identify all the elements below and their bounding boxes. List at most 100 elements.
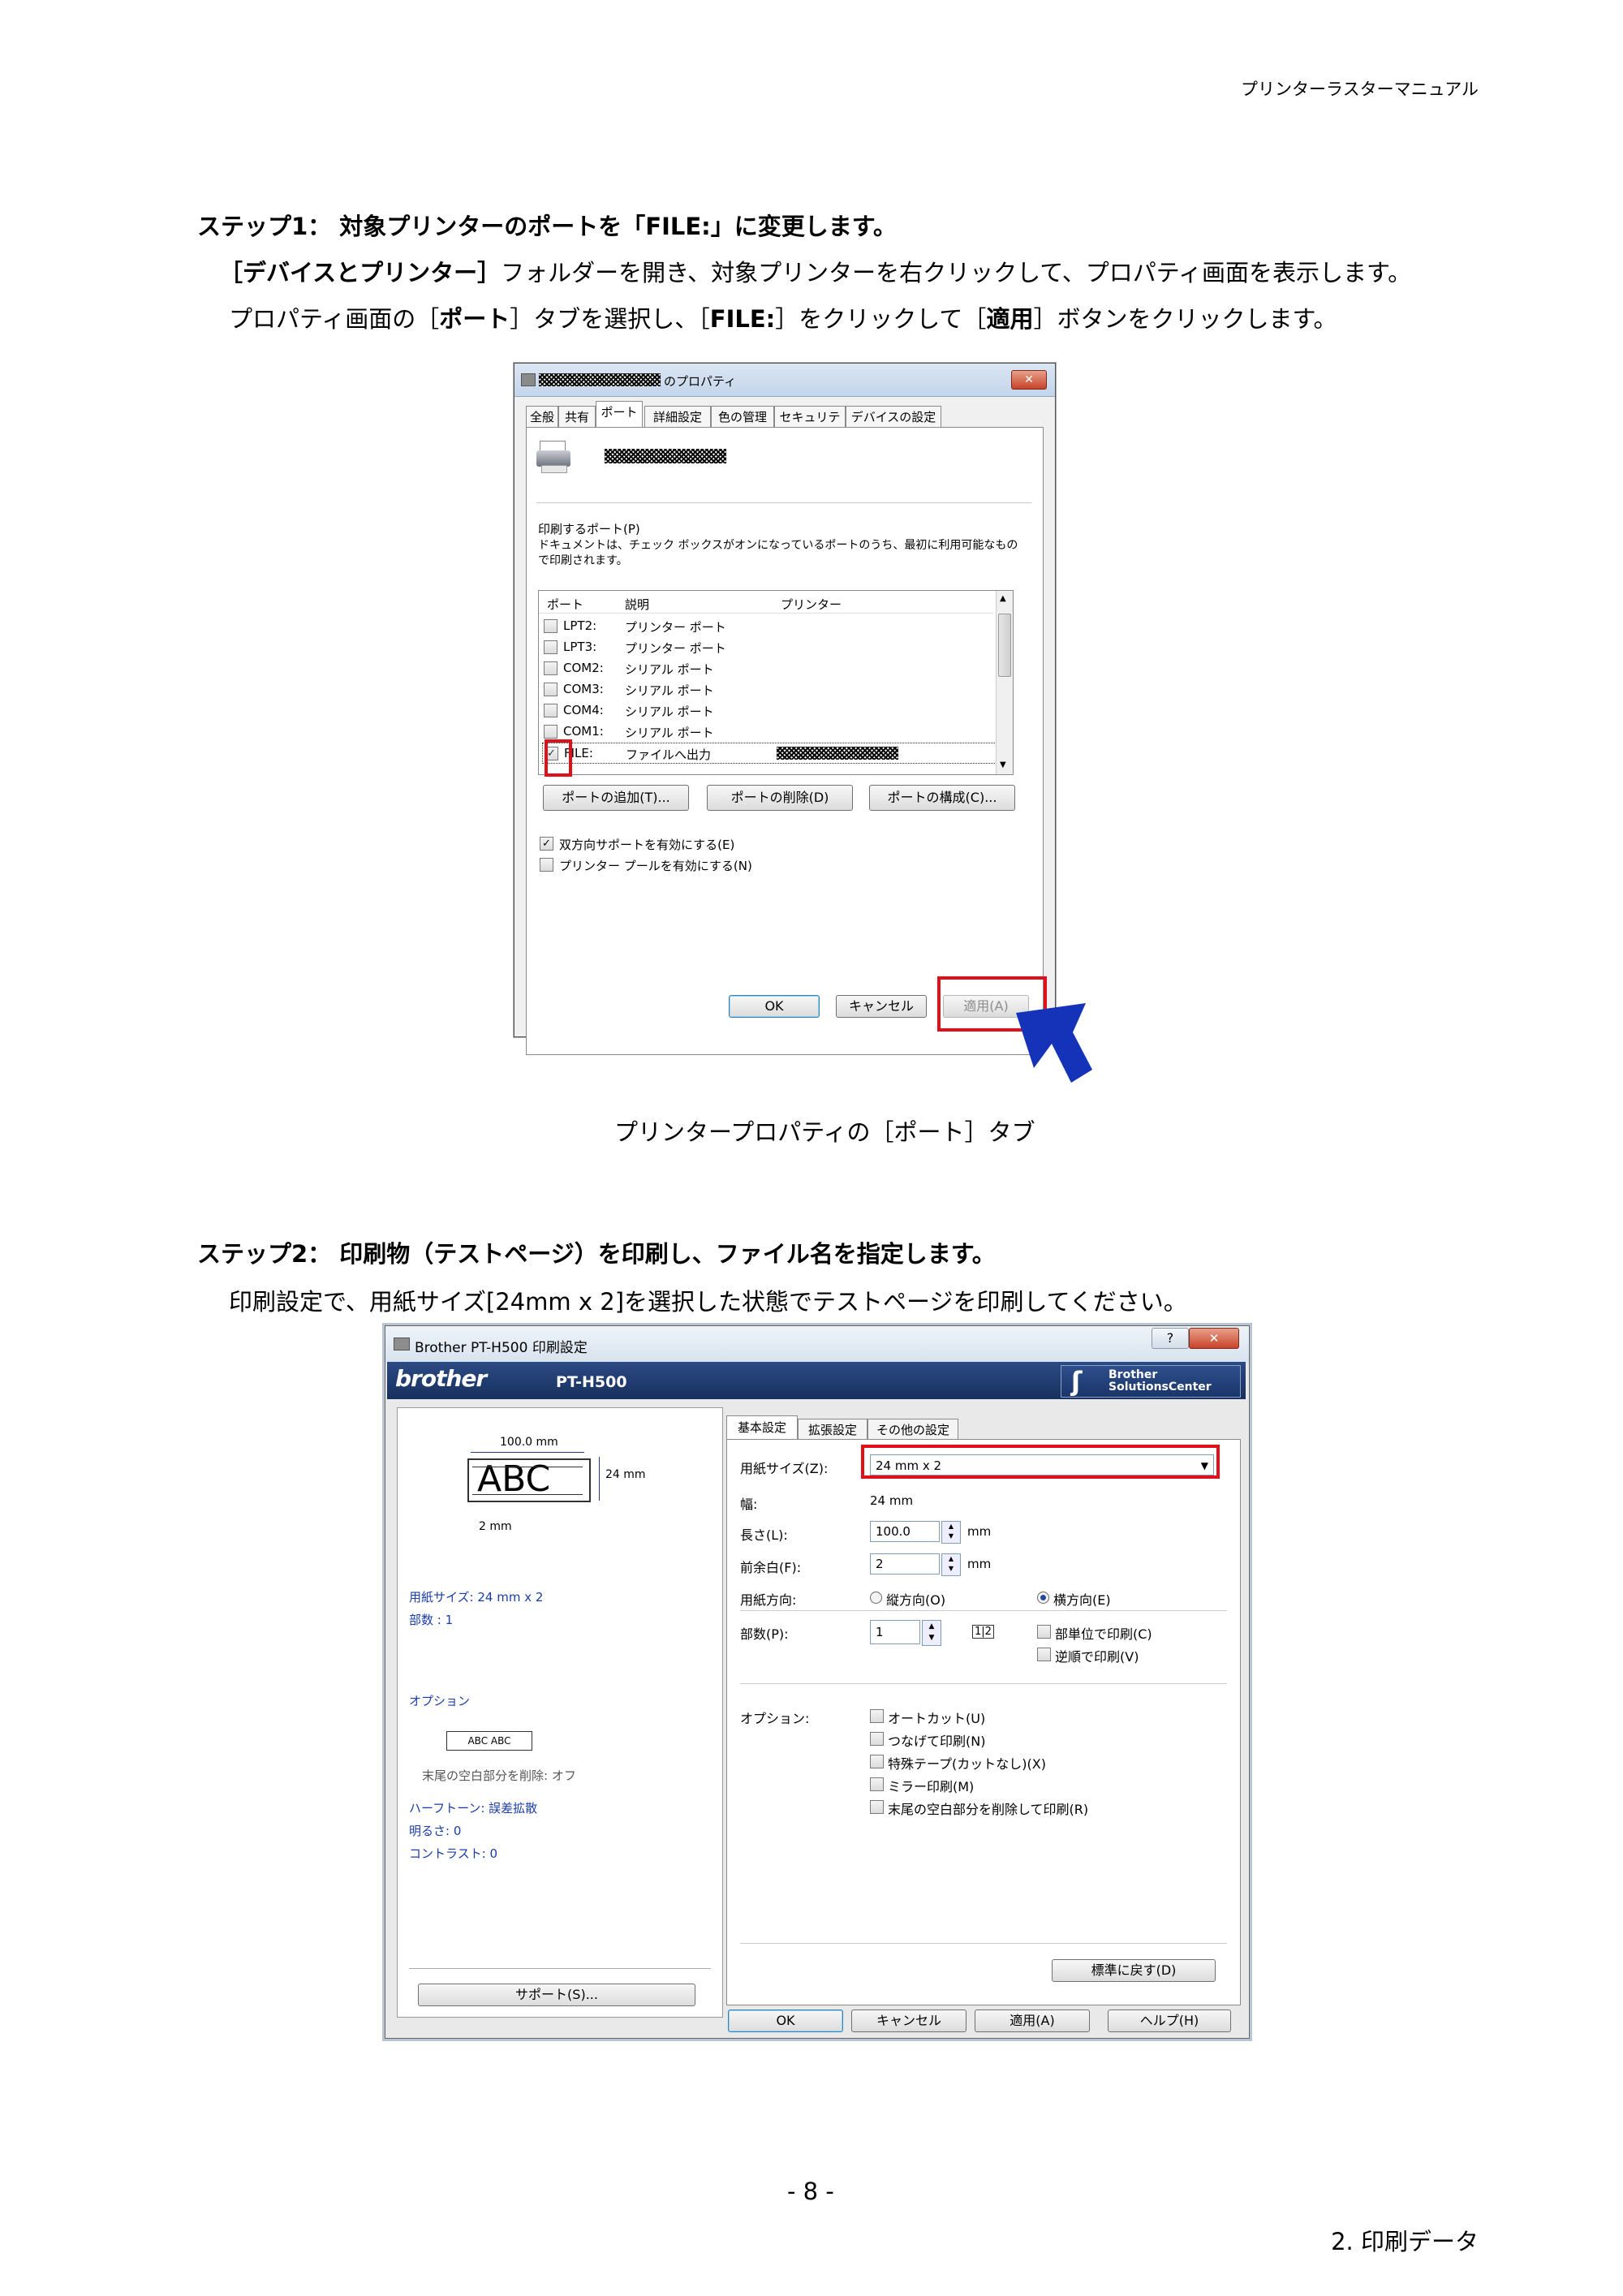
solutions-label-2: SolutionsCenter xyxy=(1109,1381,1212,1394)
length-label: 長さ(L): xyxy=(740,1527,788,1543)
port-checkbox[interactable] xyxy=(544,661,558,675)
close-icon[interactable]: ✕ xyxy=(1189,1328,1239,1349)
copies-input[interactable]: 1 xyxy=(870,1620,920,1644)
port-name: COM2: xyxy=(563,661,604,675)
margin-input[interactable]: 2 xyxy=(870,1553,940,1574)
step1-line2-a: プロパティ画面の［ xyxy=(229,305,440,333)
bidirectional-checkbox[interactable]: ✓ xyxy=(540,837,553,851)
port-checkbox[interactable] xyxy=(544,683,558,696)
summary-halftone: ハーフトーン: 誤差拡散 xyxy=(409,1801,538,1816)
support-button[interactable]: サポート(S)... xyxy=(418,1984,695,2006)
preview-height-label: 24 mm xyxy=(605,1468,646,1481)
tab-advanced[interactable]: 詳細設定 xyxy=(644,406,711,429)
list-item[interactable]: COM2: シリアル ポート xyxy=(544,659,990,677)
scroll-down-icon[interactable]: ▼ xyxy=(1000,760,1006,769)
list-item[interactable]: LPT2: プリンター ポート xyxy=(544,617,990,635)
port-desc: シリアル ポート xyxy=(625,662,714,677)
pooling-checkbox[interactable] xyxy=(540,858,553,872)
tab-ports[interactable]: ポート xyxy=(596,401,643,428)
add-port-button[interactable]: ポートの追加(T)... xyxy=(543,785,689,811)
scroll-up-icon[interactable]: ▲ xyxy=(1000,594,1006,603)
step2-heading: ステップ2： 印刷物（テストページ）を印刷し、ファイル名を指定します。 xyxy=(197,1240,996,1268)
port-checkbox[interactable] xyxy=(544,725,558,739)
apply-word: 適用 xyxy=(986,305,1034,333)
paper-size-label: 用紙サイズ(Z): xyxy=(740,1461,829,1476)
length-stepper[interactable]: ▲ ▼ xyxy=(941,1521,961,1544)
step1-line2-g: ］ボタンをクリックします。 xyxy=(1033,305,1337,333)
step1-line1: ［デバイスとプリンター］フォルダーを開き、対象プリンターを右クリックして、プロパ… xyxy=(219,254,1411,288)
collate-checkbox[interactable] xyxy=(1037,1625,1051,1639)
landscape-radio[interactable] xyxy=(1037,1592,1049,1604)
tab-other[interactable]: その他の設定 xyxy=(867,1419,958,1441)
basic-settings-panel: 用紙サイズ(Z): 24 mm x 2 ▼ 幅: 24 mm 長さ(L): 100… xyxy=(726,1439,1241,2005)
pointer-arrow-icon xyxy=(1016,1003,1092,1083)
options-label: オプション: xyxy=(740,1711,810,1726)
figure1-caption: プリンタープロパティの［ポート］タブ xyxy=(614,1118,1035,1146)
step1-line2-e: ］をクリックして［ xyxy=(775,305,987,333)
printer-properties-dialog: のプロパティ ✕ 全般 共有 ポート 詳細設定 色の管理 セキュリティ デバイス… xyxy=(514,363,1056,1055)
step1-line1-rest: フォルダーを開き、対象プリンターを右クリックして、プロパティ画面を表示します。 xyxy=(501,259,1412,286)
close-icon[interactable]: ✕ xyxy=(1011,370,1047,390)
trim-space-checkbox[interactable] xyxy=(870,1800,884,1814)
pooling-label: プリンター プールを有効にする(N) xyxy=(559,859,752,873)
list-item[interactable]: COM1: シリアル ポート xyxy=(544,722,990,740)
label-preview: ABC xyxy=(467,1458,591,1502)
chain-print-checkbox[interactable] xyxy=(870,1732,884,1746)
summary-contrast: コントラスト: 0 xyxy=(409,1846,498,1861)
solutions-center-button[interactable]: ʃ Brother SolutionsCenter xyxy=(1061,1365,1241,1398)
portrait-radio[interactable] xyxy=(870,1592,882,1604)
collate-icon: 1|2 xyxy=(972,1625,994,1639)
list-item[interactable]: COM3: シリアル ポート xyxy=(544,680,990,698)
cancel-button[interactable]: キャンセル xyxy=(836,995,927,1018)
port-checkbox[interactable] xyxy=(544,619,558,633)
autocut-checkbox[interactable] xyxy=(870,1709,884,1723)
list-item[interactable]: LPT3: プリンター ポート xyxy=(544,638,990,656)
brother-logo: brother xyxy=(395,1365,487,1392)
port-desc: プリンター ポート xyxy=(625,641,726,656)
copies-stepper[interactable]: ▲ ▼ xyxy=(922,1620,941,1646)
tab-advanced[interactable]: 拡張設定 xyxy=(798,1419,867,1441)
port-list-scrollbar[interactable]: ▲ ▼ xyxy=(996,591,1013,774)
tab-color-management[interactable]: 色の管理 xyxy=(711,406,774,429)
margin-stepper[interactable]: ▲ ▼ xyxy=(941,1553,961,1576)
tab-general[interactable]: 全般 xyxy=(526,406,558,429)
list-item[interactable]: COM4: シリアル ポート xyxy=(544,701,990,719)
page-number: - 8 - xyxy=(787,2178,834,2205)
mirror-print-label: ミラー印刷(M) xyxy=(888,1779,975,1794)
print-port-label: 印刷するポート(P) xyxy=(538,522,640,536)
tab-security[interactable]: セキュリティ xyxy=(774,406,846,446)
help-button[interactable]: ヘルプ(H) xyxy=(1108,2010,1231,2032)
ok-button[interactable]: OK xyxy=(729,995,820,1018)
delete-port-button[interactable]: ポートの削除(D) xyxy=(707,785,853,811)
step1-heading: ステップ1： 対象プリンターのポートを「FILE:」に変更します。 xyxy=(197,213,897,240)
printer-icon xyxy=(536,441,572,473)
cancel-button[interactable]: キャンセル xyxy=(851,2010,966,2032)
summary-paper-size: 用紙サイズ: 24 mm x 2 xyxy=(409,1590,544,1605)
help-icon[interactable]: ? xyxy=(1152,1328,1189,1349)
model-name: PT-H500 xyxy=(556,1373,627,1391)
configure-port-button[interactable]: ポートの構成(C)... xyxy=(869,785,1015,811)
tab-basic[interactable]: 基本設定 xyxy=(726,1415,798,1441)
scroll-thumb[interactable] xyxy=(998,614,1011,677)
port-word: ポート xyxy=(439,305,510,333)
length-input[interactable]: 100.0 xyxy=(870,1521,940,1542)
special-tape-checkbox[interactable] xyxy=(870,1755,884,1768)
portrait-label: 縦方向(O) xyxy=(886,1592,946,1608)
bidirectional-label: 双方向サポートを有効にする(E) xyxy=(559,838,735,852)
tab-sharing[interactable]: 共有 xyxy=(558,406,596,429)
port-list: ポート 説明 プリンター LPT2: プリンター ポート LPT3: プリンター ポ… xyxy=(538,590,1014,775)
column-printer[interactable]: プリンター xyxy=(781,596,842,613)
reverse-checkbox[interactable] xyxy=(1037,1648,1051,1661)
port-checkbox[interactable] xyxy=(544,704,558,717)
column-description[interactable]: 説明 xyxy=(625,596,649,613)
list-item-file[interactable]: ✓ FILE: ファイルへ出力 xyxy=(542,743,998,764)
tab-device-settings[interactable]: デバイスの設定 xyxy=(846,406,941,429)
preview-margin-label: 2 mm xyxy=(479,1520,512,1533)
ok-button[interactable]: OK xyxy=(728,2010,843,2032)
mirror-print-checkbox[interactable] xyxy=(870,1777,884,1791)
restore-defaults-button[interactable]: 標準に戻す(D) xyxy=(1052,1959,1216,1982)
column-port[interactable]: ポート xyxy=(547,596,583,613)
apply-button[interactable]: 適用(A) xyxy=(975,2010,1090,2032)
printer-small-icon xyxy=(521,373,536,386)
port-checkbox[interactable] xyxy=(544,640,558,654)
